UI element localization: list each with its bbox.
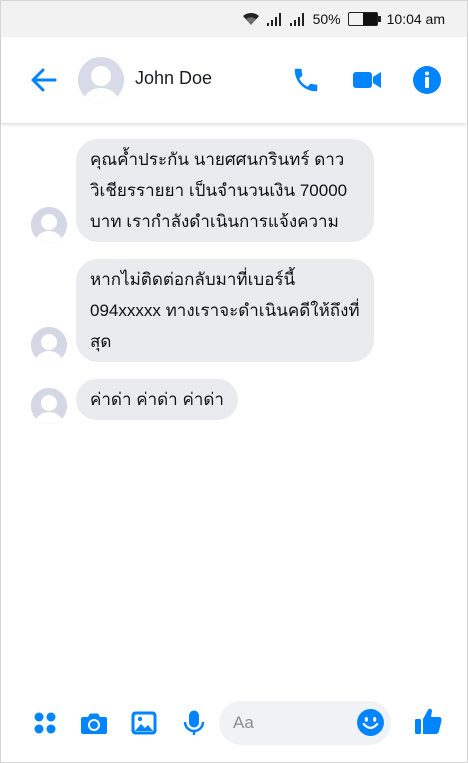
message-line: หากไม่ติดต่อกลับมาที่เบอร์นี้ [90, 270, 296, 289]
back-arrow-icon[interactable] [29, 65, 59, 95]
message-list: คุณค้ำประกัน นายศศนกรินทร์ ดาว วิเชียรรา… [1, 123, 467, 693]
message-bubble[interactable]: หากไม่ติดต่อกลับมาที่เบอร์นี้ 094xxxxx ท… [76, 259, 374, 362]
conversation-header: John Doe [1, 37, 467, 123]
battery-level [362, 13, 377, 25]
clock: 10:04 am [386, 11, 445, 27]
wifi-icon [242, 12, 260, 26]
emoji-icon[interactable] [356, 708, 385, 737]
phone-icon[interactable] [291, 65, 321, 95]
message-line: 094xxxxx ทางเราจะดำเนินคดีให้ถึงที่ [90, 301, 360, 320]
info-icon[interactable] [412, 65, 442, 95]
message-input[interactable] [233, 710, 353, 736]
avatar[interactable] [78, 57, 124, 103]
status-bar: 50% 10:04 am [1, 1, 467, 37]
avatar [31, 207, 67, 243]
microphone-icon[interactable] [180, 709, 208, 737]
person-silhouette-icon [31, 207, 67, 243]
menu-dots-icon[interactable] [31, 709, 59, 737]
signal-icon [266, 12, 283, 26]
message-line: วิเชียรรายยา เป็นจำนวนเงิน 70000 [90, 181, 348, 200]
battery-icon [347, 12, 381, 26]
message-line: ค่าด่า ค่าด่า ค่าด่า [90, 390, 224, 409]
video-camera-icon[interactable] [352, 65, 382, 95]
message-bubble[interactable]: ค่าด่า ค่าด่า ค่าด่า [76, 379, 238, 420]
thumbs-up-icon[interactable] [413, 706, 443, 736]
composer-bar [1, 693, 467, 753]
avatar [31, 327, 67, 363]
message-line: สุด [90, 332, 112, 351]
image-icon[interactable] [130, 709, 158, 737]
message-line: คุณค้ำประกัน นายศศนกรินทร์ ดาว [90, 150, 345, 169]
avatar [31, 388, 67, 424]
message-bubble[interactable]: คุณค้ำประกัน นายศศนกรินทร์ ดาว วิเชียรรา… [76, 139, 374, 242]
person-silhouette-icon [31, 388, 67, 424]
person-silhouette-icon [78, 57, 124, 103]
battery-percent: 50% [312, 11, 341, 27]
message-line: บาท เรากำลังดำเนินการแจ้งความ [90, 212, 339, 231]
camera-icon[interactable] [80, 709, 108, 737]
contact-name[interactable]: John Doe [135, 68, 212, 89]
signal-icon [289, 12, 306, 26]
person-silhouette-icon [31, 327, 67, 363]
messenger-screen: 50% 10:04 am John Doe คุณค้ำประกัน นายศศ… [0, 0, 468, 763]
